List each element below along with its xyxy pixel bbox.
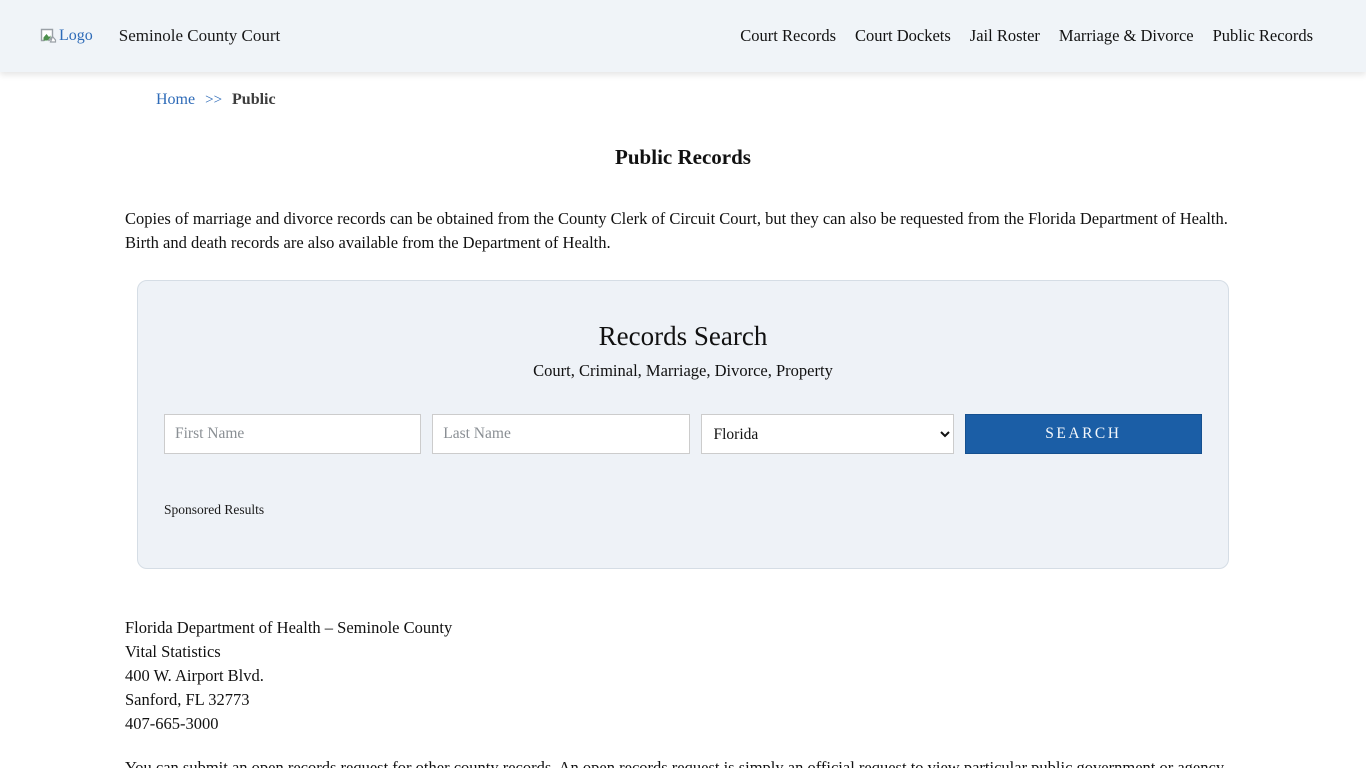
breadcrumb: Home >> Public bbox=[125, 91, 1241, 109]
main-nav: Court Records Court Dockets Jail Roster … bbox=[740, 26, 1313, 46]
nav-court-records[interactable]: Court Records bbox=[740, 26, 836, 46]
nav-marriage-divorce[interactable]: Marriage & Divorce bbox=[1059, 26, 1194, 46]
broken-image-icon bbox=[40, 28, 57, 44]
search-button[interactable]: SEARCH bbox=[965, 414, 1202, 454]
records-search-panel: Records Search Court, Criminal, Marriage… bbox=[137, 280, 1229, 569]
contact-line-org: Florida Department of Health – Seminole … bbox=[125, 616, 1241, 640]
nav-public-records[interactable]: Public Records bbox=[1213, 26, 1313, 46]
site-header: Logo Seminole County Court Court Records… bbox=[0, 0, 1366, 72]
nav-court-dockets[interactable]: Court Dockets bbox=[855, 26, 951, 46]
footer-paragraph: You can submit an open records request f… bbox=[125, 756, 1241, 768]
sponsored-results-label: Sponsored Results bbox=[164, 502, 1202, 518]
intro-paragraph: Copies of marriage and divorce records c… bbox=[125, 207, 1241, 255]
search-panel-subtitle: Court, Criminal, Marriage, Divorce, Prop… bbox=[164, 361, 1202, 381]
last-name-input[interactable] bbox=[432, 414, 689, 454]
search-form: Florida SEARCH bbox=[164, 414, 1202, 454]
main-content: Home >> Public Public Records Copies of … bbox=[125, 91, 1241, 768]
search-panel-title: Records Search bbox=[164, 321, 1202, 352]
contact-line-street: 400 W. Airport Blvd. bbox=[125, 664, 1241, 688]
contact-line-city: Sanford, FL 32773 bbox=[125, 688, 1241, 712]
contact-line-dept: Vital Statistics bbox=[125, 640, 1241, 664]
contact-block: Florida Department of Health – Seminole … bbox=[125, 616, 1241, 736]
brand[interactable]: Logo Seminole County Court bbox=[40, 26, 280, 46]
breadcrumb-current: Public bbox=[232, 91, 276, 109]
breadcrumb-separator: >> bbox=[205, 92, 222, 109]
page-title: Public Records bbox=[125, 145, 1241, 170]
site-title: Seminole County Court bbox=[119, 26, 281, 46]
nav-jail-roster[interactable]: Jail Roster bbox=[970, 26, 1040, 46]
first-name-input[interactable] bbox=[164, 414, 421, 454]
breadcrumb-home-link[interactable]: Home bbox=[156, 91, 195, 109]
logo-alt-text: Logo bbox=[59, 27, 93, 45]
contact-line-phone: 407-665-3000 bbox=[125, 712, 1241, 736]
state-select[interactable]: Florida bbox=[701, 414, 954, 454]
